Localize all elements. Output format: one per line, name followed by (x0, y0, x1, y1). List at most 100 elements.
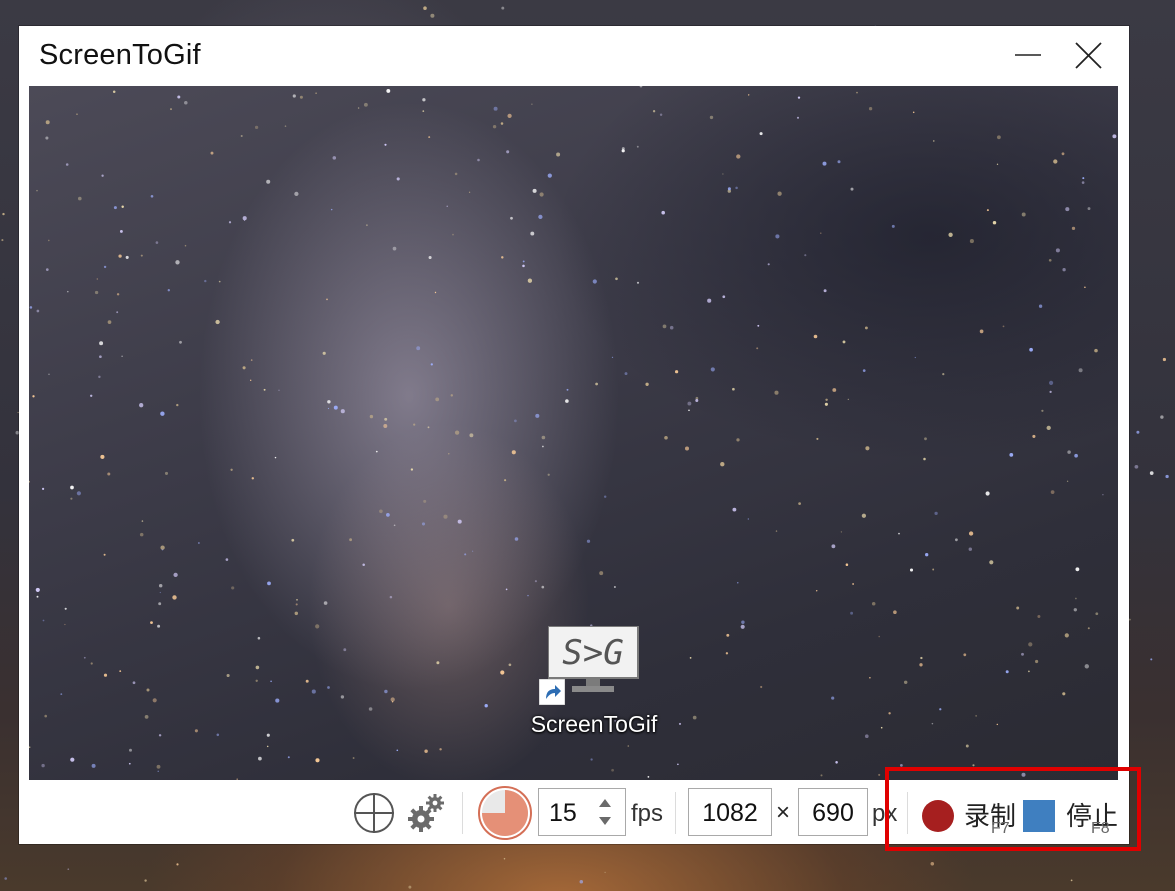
height-input[interactable]: 690 (798, 788, 868, 836)
star (101, 174, 104, 177)
star (464, 553, 467, 556)
star (91, 763, 96, 768)
star (837, 160, 841, 164)
star (732, 507, 737, 512)
star (501, 6, 505, 10)
star (225, 558, 229, 561)
star (332, 156, 337, 160)
star (707, 298, 712, 303)
star (45, 136, 49, 140)
timer-button[interactable] (477, 785, 533, 841)
star (747, 518, 749, 520)
star (36, 309, 40, 313)
star (121, 205, 124, 208)
star (257, 636, 261, 640)
star (1073, 608, 1077, 612)
star (522, 260, 525, 263)
star (566, 388, 569, 391)
star (118, 254, 122, 258)
star (100, 454, 105, 459)
star (274, 456, 277, 459)
star (251, 477, 255, 480)
star (158, 734, 162, 737)
select-area-button[interactable] (352, 791, 396, 835)
star (443, 514, 448, 519)
star (29, 746, 31, 748)
star (613, 586, 616, 588)
star (737, 582, 739, 584)
star (116, 293, 120, 296)
star (493, 106, 498, 111)
star (891, 224, 895, 228)
star (270, 680, 272, 683)
star (391, 701, 394, 703)
star (547, 173, 552, 178)
star (645, 382, 649, 386)
times-symbol: × (776, 799, 791, 826)
star (798, 502, 801, 505)
star (477, 158, 480, 162)
star (972, 764, 975, 767)
desktop-shortcut-screentogif[interactable]: S>G ScreenToGif (519, 624, 669, 744)
star (868, 107, 873, 111)
star (365, 224, 368, 227)
star (726, 633, 730, 637)
stop-button[interactable]: 停止 F8 (1021, 788, 1121, 840)
star (468, 191, 471, 193)
star (1065, 207, 1070, 212)
star (813, 334, 818, 339)
star (172, 595, 177, 600)
star (621, 147, 625, 151)
width-input[interactable]: 1082 (688, 788, 772, 836)
star (933, 140, 935, 142)
star (920, 656, 923, 660)
options-button[interactable] (406, 791, 446, 833)
star (1078, 368, 1083, 373)
star (36, 189, 38, 192)
star (514, 419, 517, 423)
star (647, 776, 650, 778)
star (1136, 430, 1140, 434)
shortcut-arrow-icon (539, 679, 565, 705)
star (119, 229, 123, 233)
star (1050, 490, 1055, 494)
star (349, 538, 353, 542)
window-title: ScreenToGif (39, 39, 201, 71)
star (535, 413, 540, 418)
star (595, 382, 598, 386)
star (1162, 357, 1166, 362)
star (113, 206, 117, 210)
star (363, 102, 368, 107)
minimize-button[interactable] (1005, 34, 1053, 78)
star (820, 232, 822, 234)
fps-stepper-icon[interactable] (597, 797, 613, 827)
star (352, 757, 355, 759)
star (1067, 450, 1071, 454)
star (44, 714, 47, 718)
fps-input[interactable]: 15 (538, 788, 626, 836)
star (1021, 212, 1026, 217)
star (410, 468, 414, 471)
star (1082, 177, 1085, 180)
close-button[interactable] (1065, 34, 1113, 78)
star (1081, 181, 1085, 184)
star (103, 265, 107, 269)
star (1102, 494, 1104, 496)
star (457, 519, 462, 524)
star (413, 423, 416, 426)
star (152, 698, 157, 703)
title-bar[interactable]: ScreenToGif (19, 26, 1129, 86)
star (586, 539, 591, 543)
star (1160, 415, 1164, 419)
record-button[interactable]: 录制 F7 (919, 788, 1019, 840)
star (76, 491, 81, 496)
star (871, 601, 876, 606)
star (924, 437, 927, 441)
star (500, 122, 504, 125)
star (869, 677, 871, 679)
star (661, 210, 665, 215)
star (177, 95, 181, 99)
star (775, 530, 778, 532)
star (60, 693, 63, 695)
star (1150, 658, 1153, 661)
